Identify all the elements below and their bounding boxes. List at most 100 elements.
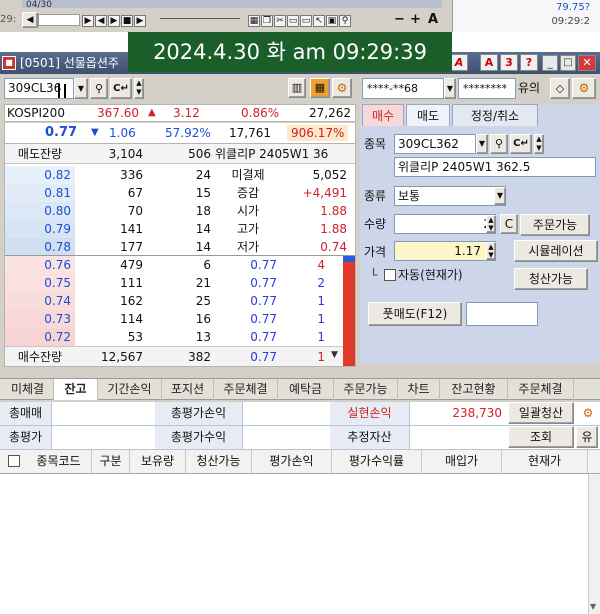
maximize-icon[interactable]: □ [560,55,576,71]
simulation-button[interactable]: 시뮬레이션 [514,240,598,262]
put-sell-submit-button[interactable]: 풋매도(F12) [368,302,462,326]
fast-forward-icon[interactable]: ▶ [108,15,120,27]
c-button[interactable]: C [500,214,518,234]
account-dropdown-icon[interactable]: ▼ [444,78,456,99]
ask-price[interactable]: 0.81 [5,184,75,202]
tick-scroll-down-icon[interactable]: ▼ [331,350,338,360]
bottom-tab[interactable]: 포지션 [162,379,214,400]
zoom-area-icon[interactable]: ▣ [326,15,338,27]
help-button[interactable]: ? [520,54,538,71]
grid-header-cell[interactable]: 평가수익률 [332,450,422,473]
order-type-select[interactable]: 보통 [394,186,506,206]
font-size-icon[interactable]: A [450,54,468,71]
grid-icon[interactable]: ▦ [248,15,260,27]
eraser-icon[interactable]: ◇ [550,78,570,99]
bulk-liquidation-button[interactable]: 일괄청산 [508,402,574,424]
bid-price[interactable]: 0.72 [5,328,75,346]
settings-gear-icon[interactable]: ⚙ [332,78,352,98]
bg-scrollbar[interactable] [38,14,80,26]
ask-price[interactable]: 0.80 [5,202,75,220]
bid-row[interactable]: 0.74 162 25 0.77 1 [5,292,355,310]
cursor-icon[interactable]: ↖ [313,15,325,27]
magnifier-icon[interactable]: ⚲ [339,15,351,27]
stop-icon[interactable]: ■ [121,15,133,27]
ask-price[interactable]: 0.78 [5,238,75,256]
order-type-dropdown-icon[interactable]: ▼ [494,187,506,205]
tab-sell[interactable]: 매도 [406,104,450,126]
order-code-dropdown-icon[interactable]: ▼ [476,134,488,154]
ask-row[interactable]: 0.79 141 14 고가 1.88 [5,220,355,238]
grid-header-cell[interactable]: 보유량 [130,450,186,473]
rewind-icon[interactable]: ◀ [95,15,107,27]
order-code-stepper-icon[interactable]: ▲ ▼ [534,134,544,154]
grid-scrollbar[interactable]: ▼ [588,474,600,614]
layout-icon[interactable]: ▥ [288,78,306,98]
play-icon[interactable]: ▶ [82,15,94,27]
bottom-tab[interactable]: 주문가능 [334,379,398,400]
window2-icon[interactable]: ▭ [300,15,312,27]
tool-icon[interactable]: ✂ [274,15,286,27]
bid-row[interactable]: 0.72 53 13 0.77 1 [5,328,355,346]
ask-row[interactable]: 0.82 336 24 미결제 5,052 [5,166,355,184]
ask-price[interactable]: 0.79 [5,220,75,238]
ask-row[interactable]: 0.81 67 15 증감 +4,491 [5,184,355,202]
zoom-in-icon[interactable]: + [410,12,421,27]
bottom-tab[interactable]: 주문체결 [214,379,278,400]
tab-buy[interactable]: 매수 [362,104,404,126]
auto-price-checkbox[interactable] [384,269,396,281]
bottom-tab[interactable]: 잔고 [54,379,98,400]
order-link-icon[interactable]: C↵ [510,134,532,154]
window-toggle-icon[interactable]: ▦ [310,78,330,98]
account-input[interactable]: ****-**68 [362,78,444,99]
search-icon[interactable]: ⚲ [90,78,108,99]
grid-header-cell[interactable]: 현재가 [502,450,588,473]
price-stepper-icon[interactable]: ▲ ▼ [486,242,496,260]
summary-gear-icon[interactable]: ⚙ [578,402,598,425]
bid-row[interactable]: 0.73 114 16 0.77 1 [5,310,355,328]
select-all-checkbox[interactable] [8,455,20,467]
order-search-icon[interactable]: ⚲ [490,134,508,154]
scroll-left-button[interactable]: ◀ [22,12,38,28]
order-qty-input[interactable]: 2 [394,214,496,234]
code-stepper-icon[interactable]: ▲ ▼ [134,78,144,99]
bg-slider-track[interactable] [160,18,240,19]
bottom-tab[interactable]: 잔고현황 [440,379,508,400]
grid-header-cell[interactable]: 청산가능 [186,450,252,473]
code-dropdown-icon[interactable]: ▼ [74,78,88,99]
grid-header-cell[interactable]: 매입가 [422,450,502,473]
bottom-tab[interactable]: 예탁금 [278,379,334,400]
tab-modify-cancel[interactable]: 정정/취소 [452,104,538,126]
order-code-input[interactable]: 309CL362 [394,134,476,154]
font-icon[interactable]: A [428,12,438,27]
yu-button[interactable]: 유 [576,426,598,448]
ask-price[interactable]: 0.82 [5,166,75,184]
next-icon[interactable]: ▶ [134,15,146,27]
qty-stepper-icon[interactable]: ▲ ▼ [486,215,496,233]
grid-header-cell[interactable]: 평가손익 [252,450,332,473]
bid-price[interactable]: 0.73 [5,310,75,328]
bid-price[interactable]: 0.75 [5,274,75,292]
zoom-out-icon[interactable]: − [394,12,405,27]
window-icon[interactable]: ▭ [287,15,299,27]
grid-header-cell[interactable]: 구분 [92,450,130,473]
ask-row[interactable]: 0.78 177 14 저가 0.74 [5,238,355,256]
config-gear-icon[interactable]: ⚙ [572,78,596,99]
bottom-tab[interactable]: 미체결 [2,379,54,400]
bottom-tab[interactable]: 주문체결 [508,379,574,400]
ask-row[interactable]: 0.80 70 18 시가 1.88 [5,202,355,220]
close-icon[interactable]: ✕ [578,55,596,71]
liquidation-available-button[interactable]: 청산가능 [514,268,588,290]
code-link-icon[interactable]: C↵ [110,78,132,99]
minimize-icon[interactable]: _ [542,55,558,71]
inquiry-button[interactable]: 조회 [508,426,574,448]
password-input[interactable]: ******** [458,78,516,99]
order-price-input[interactable]: 1.17 [394,241,496,261]
bid-price[interactable]: 0.74 [5,292,75,310]
bottom-tab[interactable]: 기간손익 [98,379,162,400]
bottom-tab[interactable]: 차트 [398,379,440,400]
grid-scroll-down-icon[interactable]: ▼ [590,602,596,611]
bid-row[interactable]: 0.75 111 21 0.77 2 [5,274,355,292]
title-btn-3[interactable]: 3 [500,54,518,71]
bid-price[interactable]: 0.76 [5,256,75,274]
title-btn-a[interactable]: A [480,54,498,71]
